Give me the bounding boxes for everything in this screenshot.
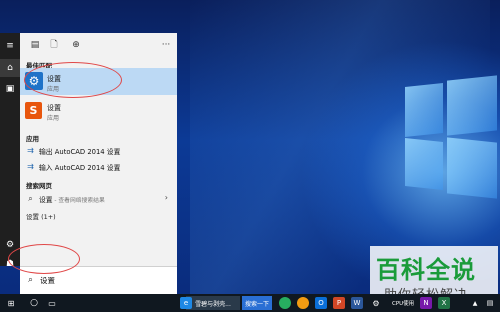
search-icon: ⌕ (28, 275, 34, 285)
sogou-input-icon: S (25, 102, 42, 119)
cpu-usage-label: CPU使用 (392, 301, 415, 307)
list-item-label: 输出 AutoCAD 2014 设置 (39, 148, 121, 156)
search-box[interactable]: ⌕ (20, 266, 177, 294)
apps-heading: 应用 (26, 135, 39, 143)
edge-window-task[interactable]: 雪碧与剥壳... (186, 296, 240, 310)
word-icon[interactable]: W (351, 296, 363, 310)
list-item[interactable]: ⇉ 输入 AutoCAD 2014 设置 (20, 159, 177, 175)
search-input[interactable] (40, 274, 140, 287)
edge-icon[interactable]: e (180, 296, 192, 310)
result-title: 设置 (47, 75, 61, 83)
task-view-icon[interactable]: ▭ (46, 296, 58, 310)
outlook-icon[interactable]: O (315, 296, 327, 310)
start-menu-rail: ≡ ⌂ ▣ ⚙ ☗ (0, 33, 20, 269)
browser-window-task[interactable]: 搜索一下 (242, 296, 272, 310)
feedback-icon[interactable]: ☗ (0, 255, 20, 273)
web-result-text: 设置 - 查看网络搜索结果 (39, 194, 105, 204)
hamburger-menu-icon[interactable]: ≡ (0, 37, 20, 55)
filter-tab-bar: ▤ 🗋 ⊕ ··· (20, 33, 177, 57)
documents-icon[interactable]: 🗋 (48, 39, 60, 51)
apps-icon[interactable]: ▤ (29, 39, 41, 51)
web-search-result[interactable]: ⌕ 设置 - 查看网络搜索结果 › (20, 191, 177, 207)
result-subtitle: 应用 (47, 115, 60, 122)
onenote-icon[interactable]: N (420, 296, 432, 310)
list-item-label: 输入 AutoCAD 2014 设置 (39, 164, 121, 172)
network-icon[interactable]: ▤ (484, 296, 496, 310)
windows-logo-pane (447, 75, 497, 136)
settings-count-heading: 设置 (1+) (26, 213, 56, 221)
watermark-title: 百科全说 (376, 256, 476, 284)
windows-logo-pane (405, 138, 443, 190)
autocad-output-settings-icon: ⇉ (27, 146, 34, 155)
result-title: 设置 (47, 104, 61, 112)
sogou-settings-result[interactable]: S 设置 应用 (20, 97, 177, 124)
settings-icon[interactable]: ⚙ (0, 236, 20, 254)
best-match-result[interactable]: ⚙ 设置 应用 (20, 68, 177, 95)
taskbar: ⊞ ○ ▭ 雪碧与剥壳... 搜索一下 e O P W ⚙ CPU使用 N X … (0, 294, 500, 312)
web-result-label: 设置 (39, 196, 53, 204)
windows-logo-pane (405, 83, 443, 137)
chevron-right-icon: › (164, 193, 168, 202)
web-search-heading: 搜索网页 (26, 182, 52, 190)
search-circle-icon[interactable]: ○ (28, 296, 40, 310)
gear-app-icon[interactable]: ⚙ (370, 296, 382, 310)
powerpoint-icon[interactable]: P (333, 296, 345, 310)
web-result-hint: - 查看网络搜索结果 (52, 198, 105, 204)
home-icon[interactable]: ⌂ (0, 59, 20, 77)
tray-arrow-icon[interactable]: ▲ (470, 296, 480, 310)
list-item[interactable]: ⇉ 输出 AutoCAD 2014 设置 (20, 143, 177, 159)
result-subtitle: 应用 (47, 86, 60, 93)
search-results-panel: ▤ 🗋 ⊕ ··· 最佳匹配 ⚙ 设置 应用 S 设置 应用 应用 ⇉ 输出 A… (20, 33, 177, 266)
notebook-icon[interactable]: ▣ (0, 80, 20, 98)
settings-gear-icon: ⚙ (25, 72, 43, 90)
search-icon: ⌕ (28, 193, 33, 203)
orange-app-icon[interactable] (297, 296, 309, 310)
start-button[interactable]: ⊞ (4, 296, 18, 310)
autocad-input-settings-icon: ⇉ (27, 162, 34, 171)
excel-icon[interactable]: X (438, 296, 450, 310)
windows-logo-pane (447, 137, 497, 199)
green-app-icon[interactable] (279, 296, 291, 310)
web-icon[interactable]: ⊕ (70, 39, 82, 51)
more-icon[interactable]: ··· (160, 39, 172, 51)
